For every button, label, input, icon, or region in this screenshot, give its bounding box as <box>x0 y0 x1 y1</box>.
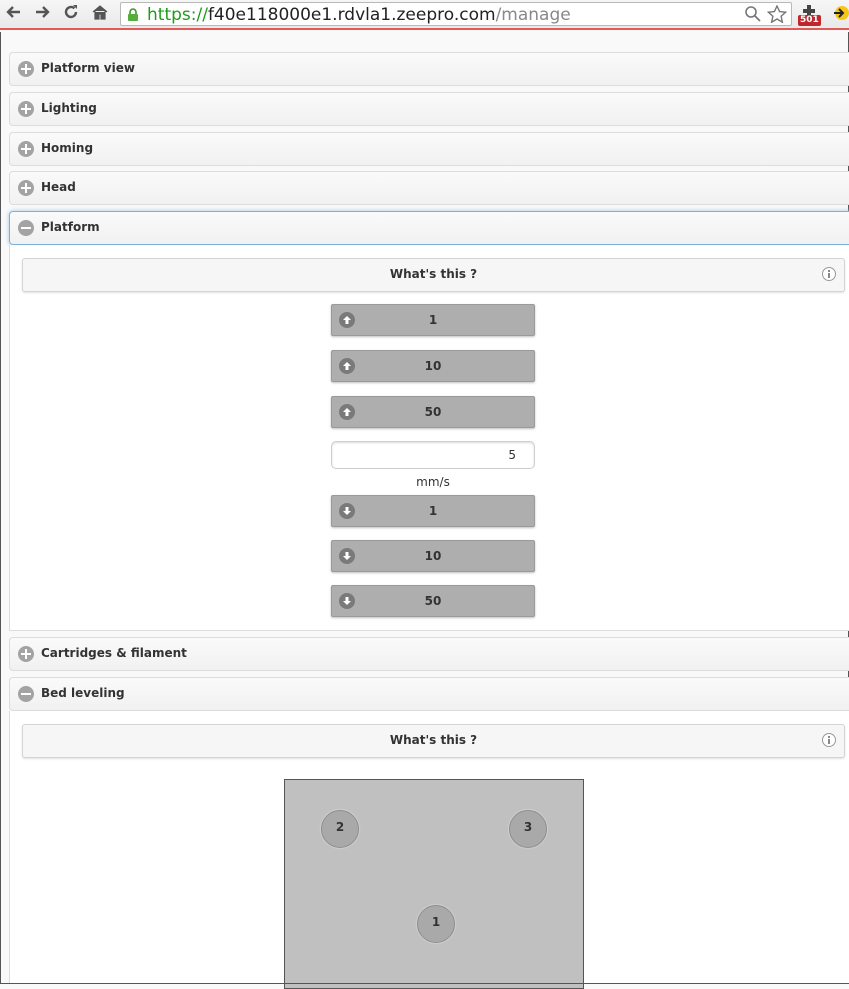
lock-icon <box>127 7 139 21</box>
button-label: 50 <box>424 594 442 608</box>
panel-header-homing[interactable]: Homing <box>9 132 849 166</box>
url-text[interactable]: https://f40e118000e1.rdvla1.zeepro.com/m… <box>147 4 571 26</box>
plus-icon <box>18 141 34 157</box>
speed-input[interactable] <box>331 441 535 469</box>
plus-icon <box>18 646 34 662</box>
url-scheme: https:// <box>147 5 208 25</box>
panel-header-bed-leveling[interactable]: Bed leveling <box>9 677 849 711</box>
minus-icon <box>18 220 34 236</box>
button-label: 10 <box>424 359 442 373</box>
help-label: What's this ? <box>389 733 478 747</box>
back-arrow-icon[interactable] <box>3 3 25 25</box>
panel-title: Platform view <box>41 61 135 75</box>
bed-point-3[interactable]: 3 <box>509 810 547 848</box>
panel-title: Bed leveling <box>41 686 125 700</box>
help-label: What's this ? <box>389 267 478 281</box>
info-icon[interactable] <box>822 267 836 281</box>
platform-up-50-button[interactable]: 50 <box>331 396 535 428</box>
extension-badge: 501 <box>798 15 821 26</box>
extension-arrow-icon[interactable] <box>832 3 849 27</box>
panel-title: Head <box>41 180 76 194</box>
forward-arrow-icon[interactable] <box>31 3 53 25</box>
button-label: 1 <box>428 313 438 327</box>
panel-header-cartridges[interactable]: Cartridges & filament <box>9 637 849 671</box>
bookmark-star-icon[interactable] <box>766 4 788 24</box>
button-label: 50 <box>424 405 442 419</box>
panel-header-platform-view[interactable]: Platform view <box>9 52 849 86</box>
bed-leveling-canvas: 2 3 1 <box>284 779 584 989</box>
platform-down-1-button[interactable]: 1 <box>331 495 535 527</box>
button-label: 10 <box>424 549 442 563</box>
plus-icon <box>18 180 34 196</box>
platform-up-1-button[interactable]: 1 <box>331 304 535 336</box>
plus-icon <box>18 61 34 77</box>
bed-leveling-help-bar[interactable]: What's this ? <box>22 724 845 758</box>
reload-icon[interactable] <box>60 3 82 25</box>
panel-header-head[interactable]: Head <box>9 171 849 205</box>
home-icon[interactable] <box>89 3 111 25</box>
browser-toolbar: https://f40e118000e1.rdvla1.zeepro.com/m… <box>0 0 849 30</box>
speed-unit-label: mm/s <box>416 475 450 489</box>
platform-up-10-button[interactable]: 10 <box>331 350 535 382</box>
platform-panel-body <box>9 245 849 631</box>
platform-down-50-button[interactable]: 50 <box>331 585 535 617</box>
panel-header-lighting[interactable]: Lighting <box>9 92 849 126</box>
bed-point-1[interactable]: 1 <box>417 905 455 943</box>
omnibox-actions <box>744 4 788 25</box>
url-path: /manage <box>495 5 571 25</box>
platform-help-bar[interactable]: What's this ? <box>22 258 845 292</box>
panel-title: Lighting <box>41 101 97 115</box>
panel-title: Cartridges & filament <box>41 646 187 660</box>
panel-title: Platform <box>41 220 100 234</box>
minus-icon <box>18 686 34 702</box>
address-bar[interactable]: https://f40e118000e1.rdvla1.zeepro.com/m… <box>120 2 792 26</box>
panel-title: Homing <box>41 141 94 155</box>
button-label: 1 <box>428 504 438 518</box>
manage-page: Platform view Lighting Homing Head Platf… <box>0 32 849 989</box>
platform-down-10-button[interactable]: 10 <box>331 540 535 572</box>
bed-point-2[interactable]: 2 <box>321 810 359 848</box>
frame-left-border <box>0 32 1 984</box>
info-icon[interactable] <box>822 733 836 747</box>
search-icon[interactable] <box>744 5 762 23</box>
url-host: f40e118000e1.rdvla1.zeepro.com <box>207 5 496 25</box>
panel-header-platform[interactable]: Platform <box>9 211 849 245</box>
plus-icon <box>18 101 34 117</box>
